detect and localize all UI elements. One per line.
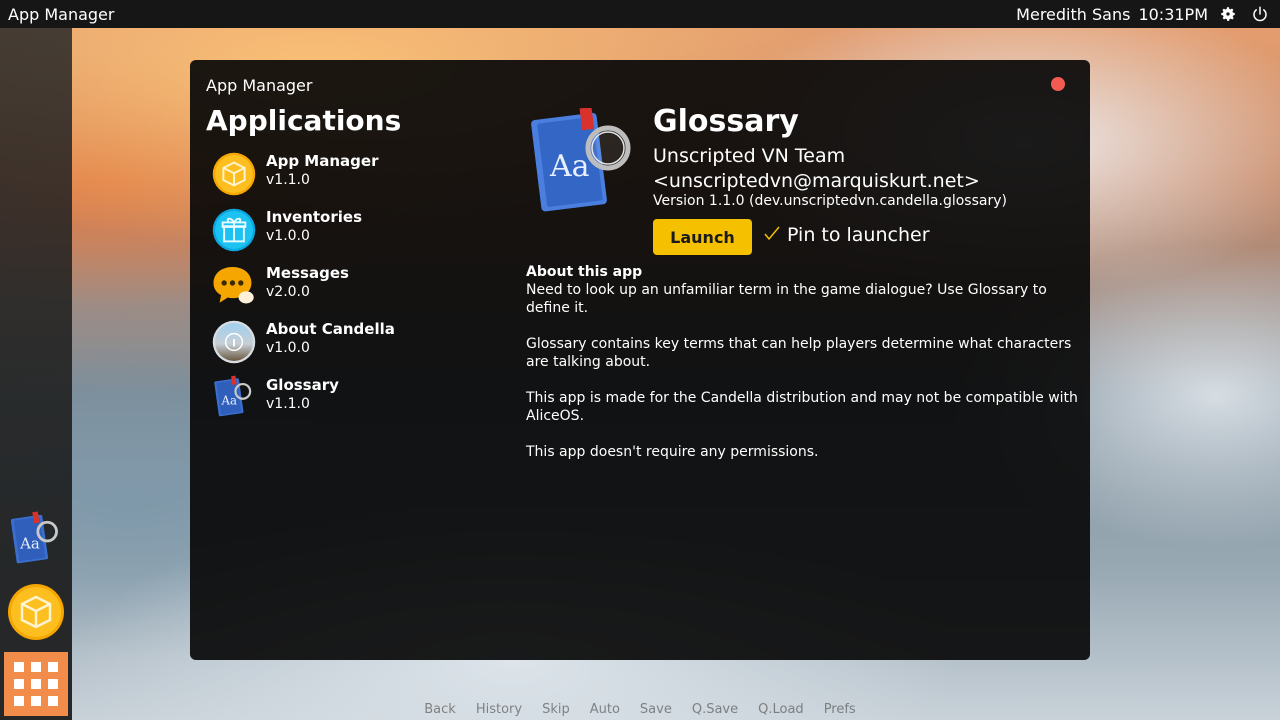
chat-bubble-icon bbox=[210, 262, 258, 310]
quick-menu-item[interactable]: Skip bbox=[542, 702, 570, 720]
launch-button[interactable]: Launch bbox=[653, 219, 752, 255]
quick-menu-item[interactable]: Save bbox=[640, 702, 672, 720]
about-paragraph: Need to look up an unfamiliar term in th… bbox=[526, 282, 1047, 316]
list-item-app-manager[interactable]: App Manager v1.1.0 bbox=[210, 150, 470, 206]
applications-heading: Applications bbox=[206, 104, 402, 137]
info-icon bbox=[210, 318, 258, 366]
window-title: App Manager bbox=[206, 76, 313, 95]
active-app-title: App Manager bbox=[8, 4, 115, 24]
user-name: Meredith Sans bbox=[1016, 4, 1131, 24]
svg-text:Aa: Aa bbox=[221, 394, 237, 408]
dock: Aa bbox=[0, 28, 72, 720]
quick-menu-item[interactable]: Q.Save bbox=[692, 702, 738, 720]
app-name: Messages bbox=[266, 264, 349, 282]
list-item-about-candella[interactable]: About Candella v1.0.0 bbox=[210, 318, 470, 374]
gear-icon[interactable] bbox=[1216, 2, 1240, 26]
clock: 10:31PM bbox=[1138, 4, 1208, 24]
check-icon bbox=[763, 225, 781, 246]
quick-menu-item[interactable]: Back bbox=[424, 702, 456, 720]
permissions-text: This app doesn't require any permissions… bbox=[526, 444, 819, 460]
about-paragraph: Glossary contains key terms that can hel… bbox=[526, 336, 1072, 370]
pin-label: Pin to launcher bbox=[787, 224, 930, 246]
app-version: v1.1.0 bbox=[266, 172, 310, 188]
list-item-inventories[interactable]: Inventories v1.0.0 bbox=[210, 206, 470, 262]
glossary-icon: Aa bbox=[210, 374, 258, 422]
package-icon bbox=[210, 150, 258, 198]
top-bar: App Manager Meredith Sans 10:31PM bbox=[0, 0, 1280, 28]
close-icon[interactable] bbox=[1051, 77, 1065, 91]
svg-text:Aa: Aa bbox=[549, 149, 590, 184]
quick-menu-item[interactable]: Q.Load bbox=[758, 702, 804, 720]
app-name: Inventories bbox=[266, 208, 363, 226]
list-item-glossary[interactable]: Aa Glossary v1.1.0 bbox=[210, 374, 470, 430]
app-version: v1.0.0 bbox=[266, 340, 310, 356]
app-manager-window: App Manager Applications App Manager v1.… bbox=[190, 60, 1090, 660]
dock-package-icon[interactable] bbox=[6, 582, 66, 642]
application-list: App Manager v1.1.0 Inventories v1.0.0 Me… bbox=[210, 150, 470, 430]
gift-icon bbox=[210, 206, 258, 254]
quick-menu-item[interactable]: Auto bbox=[590, 702, 620, 720]
dock-glossary-icon[interactable]: Aa bbox=[6, 510, 66, 570]
app-version: v2.0.0 bbox=[266, 284, 310, 300]
about-paragraph: This app is made for the Candella distri… bbox=[526, 390, 1078, 424]
glossary-icon: Aa bbox=[530, 106, 634, 216]
power-icon[interactable] bbox=[1248, 2, 1272, 26]
app-name: Glossary bbox=[266, 376, 339, 394]
app-detail-author: Unscripted VN Team <unscriptedvn@marquis… bbox=[653, 145, 980, 192]
quick-menu-item[interactable]: History bbox=[476, 702, 522, 720]
app-detail-name: Glossary bbox=[653, 104, 799, 139]
pin-to-launcher-toggle[interactable]: Pin to launcher bbox=[763, 224, 930, 246]
app-name: About Candella bbox=[266, 320, 395, 338]
app-version: v1.1.0 bbox=[266, 396, 310, 412]
app-version: v1.0.0 bbox=[266, 228, 310, 244]
about-heading: About this app bbox=[526, 264, 643, 280]
quick-menu-item[interactable]: Prefs bbox=[824, 702, 856, 720]
app-detail-version: Version 1.1.0 (dev.unscriptedvn.candella… bbox=[653, 193, 1007, 209]
app-name: App Manager bbox=[266, 152, 379, 170]
list-item-messages[interactable]: Messages v2.0.0 bbox=[210, 262, 470, 318]
svg-text:Aa: Aa bbox=[19, 534, 40, 552]
about-section: About this app Need to look up an unfami… bbox=[526, 263, 1078, 479]
top-bar-status: Meredith Sans 10:31PM bbox=[1016, 2, 1272, 26]
quick-menu: Back History Skip Auto Save Q.Save Q.Loa… bbox=[0, 702, 1280, 720]
